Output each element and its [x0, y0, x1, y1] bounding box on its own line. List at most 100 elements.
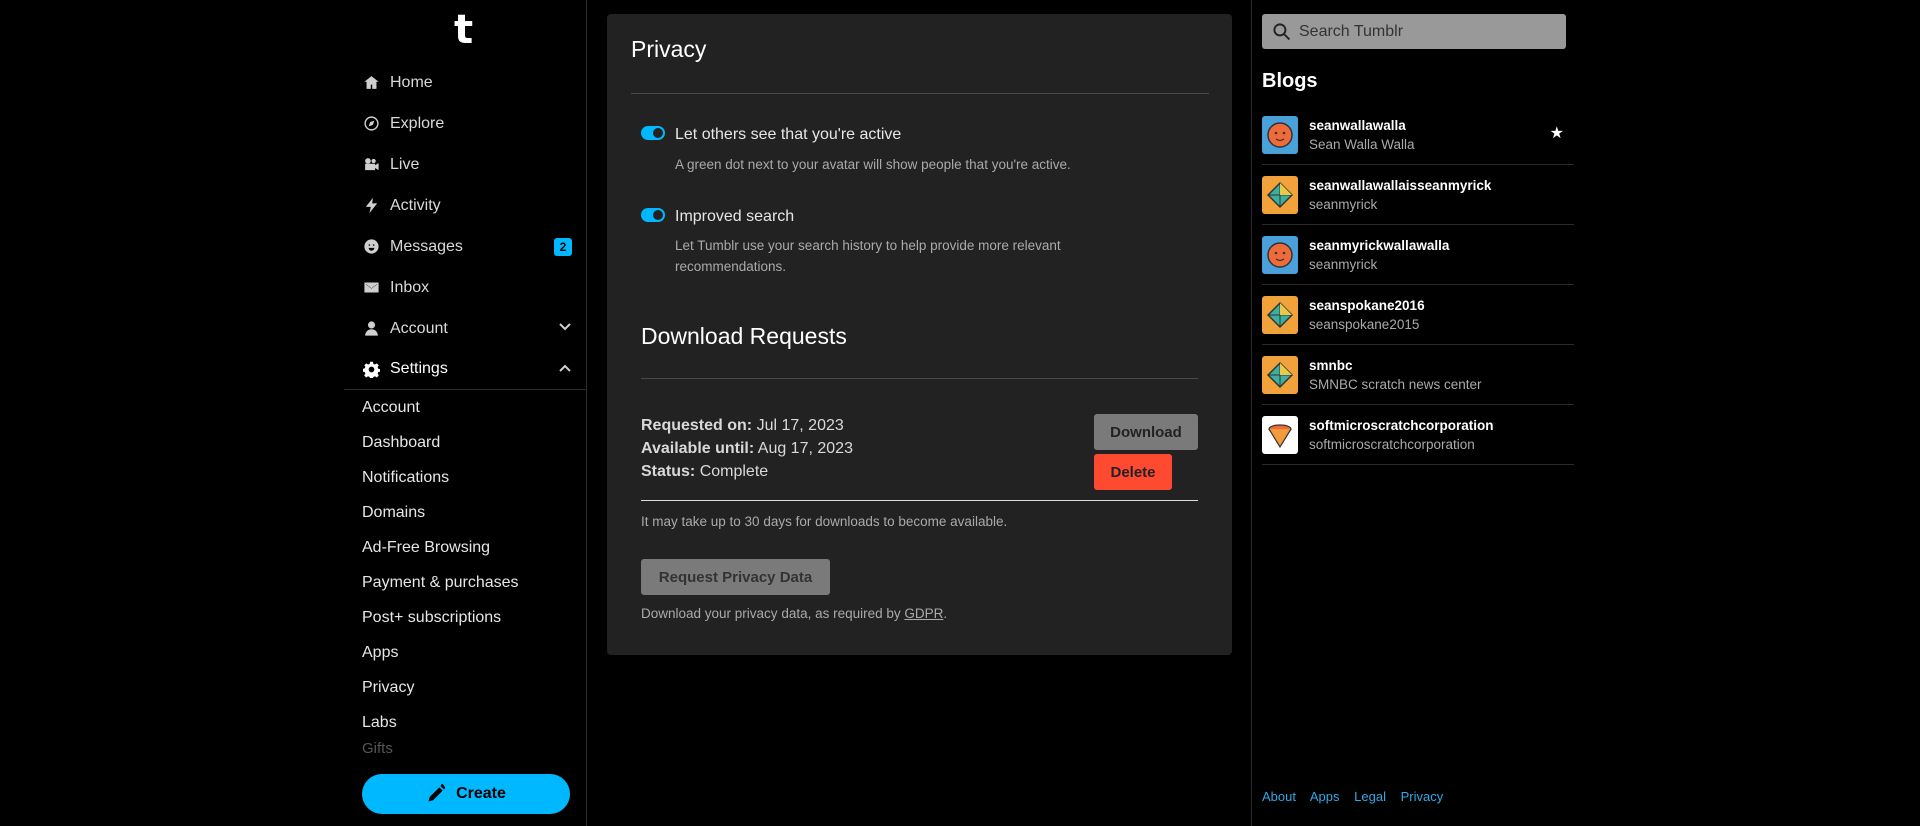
status-value: Complete [699, 463, 769, 480]
section-divider [641, 378, 1198, 379]
left-sidebar: t Home Explore Live Activity Messages 2 … [344, 0, 587, 826]
nav-explore[interactable]: Explore [344, 103, 586, 144]
settings-item-dashboard[interactable]: Dashboard [344, 425, 586, 460]
settings-item-labs[interactable]: Labs [344, 705, 586, 740]
gdpr-note: Download your privacy data, as required … [641, 606, 947, 621]
smiley-icon [362, 238, 380, 256]
blog-name: softmicroscratchcorporation [1309, 417, 1494, 433]
main-nav: Home Explore Live Activity Messages 2 In… [344, 62, 586, 390]
right-sidebar: Search Tumblr Blogs seanwallawalla Sean … [1251, 0, 1574, 826]
compass-icon [362, 115, 380, 133]
active-status-toggle[interactable] [641, 126, 665, 140]
blog-name: seanwallawalla [1309, 117, 1406, 133]
nav-live[interactable]: Live [344, 144, 586, 185]
download-requests-title: Download Requests [641, 323, 847, 349]
blog-row[interactable]: seanwallawalla Sean Walla Walla ★ [1262, 105, 1574, 165]
star-icon: ★ [1549, 125, 1564, 142]
nav-label: Activity [390, 196, 441, 214]
nav-account[interactable]: Account [344, 308, 586, 349]
available-until: Available until: Aug 17, 2023 [641, 440, 853, 458]
settings-item-post-plus[interactable]: Post+ subscriptions [344, 600, 586, 635]
settings-item-payment[interactable]: Payment & purchases [344, 565, 586, 600]
avatar [1262, 415, 1298, 454]
toggle-label: Improved search [675, 208, 795, 225]
nav-settings[interactable]: Settings [344, 349, 586, 390]
blog-info: smnbc SMNBC scratch news center [1309, 358, 1482, 392]
settings-subnav: Account Dashboard Notifications Domains … [344, 390, 586, 755]
gdpr-suffix: . [943, 606, 948, 621]
footer-link-legal[interactable]: Legal [1354, 789, 1386, 804]
nav-messages[interactable]: Messages 2 [344, 226, 586, 267]
nav-label: Settings [390, 360, 448, 377]
blogs-heading: Blogs [1262, 70, 1318, 92]
search-placeholder: Search Tumblr [1299, 22, 1404, 40]
blog-info: softmicroscratchcorporation softmicroscr… [1309, 418, 1494, 452]
blog-name: seanmyrickwallawalla [1309, 237, 1450, 253]
blog-row[interactable]: seanwallawallaisseanmyrick seanmyrick [1262, 165, 1574, 225]
request-privacy-data-button[interactable]: Request Privacy Data [641, 559, 830, 595]
improved-search-toggle[interactable] [641, 208, 665, 222]
settings-item-domains[interactable]: Domains [344, 495, 586, 530]
toggle-description: A green dot next to your avatar will sho… [675, 157, 1071, 172]
footer-link-apps[interactable]: Apps [1310, 789, 1340, 804]
nav-activity[interactable]: Activity [344, 185, 586, 226]
nav-home[interactable]: Home [344, 62, 586, 103]
nav-inbox[interactable]: Inbox [344, 267, 586, 308]
settings-item-apps[interactable]: Apps [344, 635, 586, 670]
search-icon [1273, 23, 1291, 41]
blog-row[interactable]: softmicroscratchcorporation softmicroscr… [1262, 405, 1574, 465]
avatar [1262, 295, 1298, 334]
blog-title: SMNBC scratch news center [1309, 376, 1482, 392]
lightning-icon [362, 197, 380, 215]
nav-label: Messages [390, 237, 463, 255]
create-button[interactable]: Create [362, 774, 570, 814]
nav-label: Live [390, 155, 420, 173]
page-title: Privacy [631, 36, 707, 62]
search-input[interactable]: Search Tumblr [1262, 14, 1566, 49]
chevron-down-icon[interactable] [558, 320, 572, 334]
blog-name: smnbc [1309, 357, 1353, 373]
title-divider [631, 93, 1209, 94]
envelope-icon [362, 279, 380, 297]
tumblr-logo[interactable]: t [454, 10, 473, 50]
gdpr-prefix: Download your privacy data, as required … [641, 606, 905, 621]
footer-link-about[interactable]: About [1262, 789, 1296, 804]
unread-badge: 2 [554, 238, 572, 256]
home-icon [362, 74, 380, 92]
blog-row[interactable]: smnbc SMNBC scratch news center [1262, 345, 1574, 405]
footer-link-privacy[interactable]: Privacy [1401, 789, 1444, 804]
nav-label: Inbox [390, 278, 430, 296]
request-status: Status: Complete [641, 463, 768, 481]
gear-icon [362, 360, 380, 378]
requested-value: Jul 17, 2023 [756, 417, 844, 434]
blog-name: seanwallawallaisseanmyrick [1309, 177, 1492, 193]
blog-row[interactable]: seanmyrickwallawalla seanmyrick [1262, 225, 1574, 285]
avatar [1262, 235, 1298, 274]
person-icon [362, 320, 380, 338]
delete-button[interactable]: Delete [1094, 454, 1172, 490]
blog-info: seanwallawallaisseanmyrick seanmyrick [1309, 178, 1491, 212]
download-button[interactable]: Download [1094, 414, 1198, 450]
available-value: Aug 17, 2023 [757, 440, 853, 457]
settings-item-ad-free[interactable]: Ad-Free Browsing [344, 530, 586, 565]
avatar [1262, 115, 1298, 154]
blog-title: softmicroscratchcorporation [1309, 436, 1475, 452]
blog-row[interactable]: seanspokane2016 seanspokane2015 [1262, 285, 1574, 345]
chevron-up-icon[interactable] [558, 361, 572, 375]
settings-item-account[interactable]: Account [344, 390, 586, 425]
video-icon [362, 156, 380, 174]
request-divider [641, 500, 1198, 501]
pencil-icon [428, 784, 446, 802]
nav-label: Home [390, 73, 433, 91]
available-label: Available until: [641, 440, 755, 457]
blog-title: seanmyrick [1309, 196, 1378, 212]
privacy-panel: Privacy Let others see that you're activ… [607, 14, 1232, 655]
create-label: Create [456, 785, 506, 802]
settings-item-notifications[interactable]: Notifications [344, 460, 586, 495]
blog-info: seanwallawalla Sean Walla Walla [1309, 118, 1415, 152]
blog-title: seanmyrick [1309, 256, 1378, 272]
settings-item-gifts[interactable]: Gifts [344, 740, 586, 754]
settings-item-privacy[interactable]: Privacy [344, 670, 586, 705]
footer-links: About Apps Legal Privacy [1262, 789, 1454, 804]
gdpr-link[interactable]: GDPR [904, 606, 943, 621]
